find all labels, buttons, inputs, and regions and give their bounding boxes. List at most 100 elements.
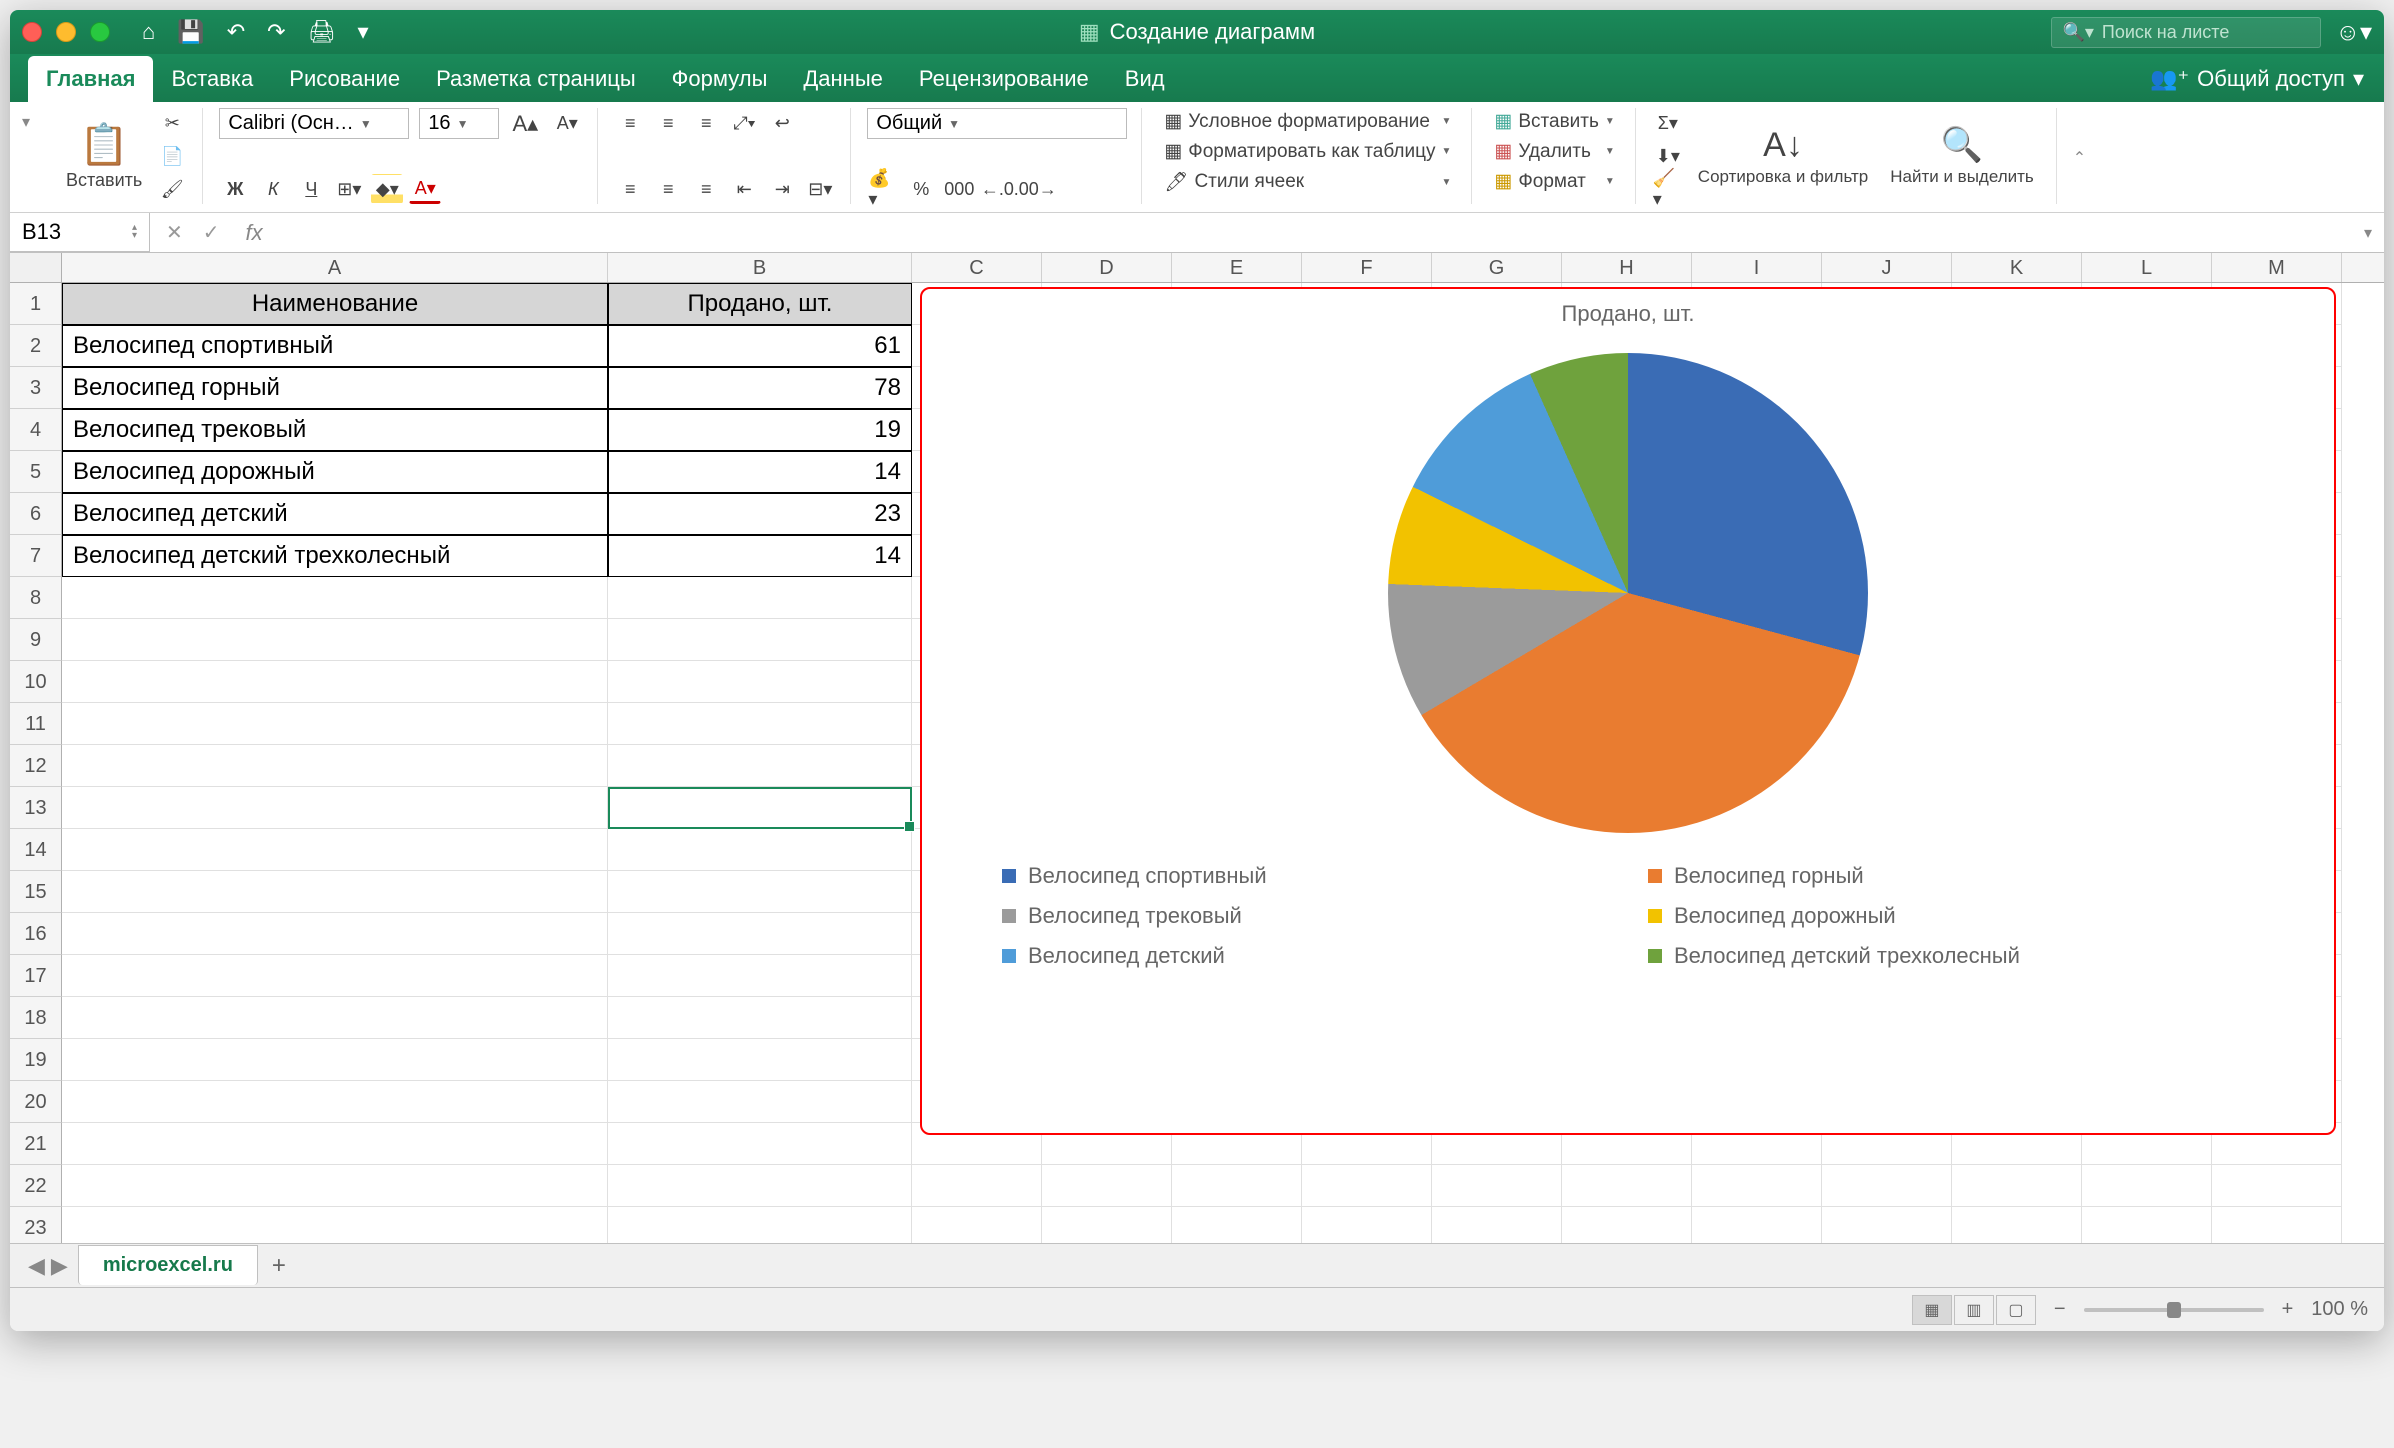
tab-review[interactable]: Рецензирование bbox=[901, 56, 1107, 102]
align-top-icon[interactable]: ≡ bbox=[614, 108, 646, 138]
clear-icon[interactable]: 🧹▾ bbox=[1652, 174, 1684, 204]
cell[interactable] bbox=[608, 1081, 912, 1123]
comma-icon[interactable]: 000 bbox=[943, 174, 975, 204]
cell[interactable] bbox=[1302, 1165, 1432, 1207]
increase-indent-icon[interactable]: ⇥ bbox=[766, 174, 798, 204]
cell[interactable] bbox=[1432, 1207, 1562, 1243]
tab-formulas[interactable]: Формулы bbox=[654, 56, 786, 102]
data-cell[interactable]: 61 bbox=[608, 325, 912, 367]
increase-font-icon[interactable]: A▴ bbox=[509, 109, 541, 139]
cell[interactable] bbox=[62, 871, 608, 913]
column-header[interactable]: C bbox=[912, 253, 1042, 282]
number-format-select[interactable]: Общий▼ bbox=[867, 108, 1127, 139]
search-input[interactable]: 🔍▾ Поиск на листе bbox=[2051, 17, 2321, 48]
row-header[interactable]: 21 bbox=[10, 1123, 62, 1165]
data-cell[interactable]: 23 bbox=[608, 493, 912, 535]
qat-more-icon[interactable]: ▾ bbox=[358, 19, 369, 45]
cell-styles-button[interactable]: 🖊Стили ячеек▼ bbox=[1158, 168, 1457, 196]
cell[interactable] bbox=[1692, 1207, 1822, 1243]
row-header[interactable]: 9 bbox=[10, 619, 62, 661]
data-cell[interactable]: Велосипед детский bbox=[62, 493, 608, 535]
tab-home[interactable]: Главная bbox=[28, 56, 153, 102]
align-left-icon[interactable]: ≡ bbox=[614, 174, 646, 204]
cell[interactable] bbox=[1562, 1165, 1692, 1207]
expand-formula-bar-icon[interactable]: ▾ bbox=[2352, 223, 2384, 243]
row-header[interactable]: 2 bbox=[10, 325, 62, 367]
close-window-button[interactable] bbox=[22, 22, 42, 42]
cell[interactable] bbox=[608, 619, 912, 661]
zoom-level[interactable]: 100 % bbox=[2311, 1298, 2368, 1321]
spreadsheet-grid[interactable]: ABCDEFGHIJKLM 12345678910111213141516171… bbox=[10, 253, 2384, 1243]
prev-sheet-icon[interactable]: ◀ bbox=[28, 1253, 45, 1279]
column-header[interactable]: H bbox=[1562, 253, 1692, 282]
minimize-window-button[interactable] bbox=[56, 22, 76, 42]
align-center-icon[interactable]: ≡ bbox=[652, 174, 684, 204]
merge-cells-icon[interactable]: ⊟▾ bbox=[804, 174, 836, 204]
cell[interactable] bbox=[62, 1207, 608, 1243]
cell[interactable] bbox=[1042, 1207, 1172, 1243]
share-button[interactable]: 👥⁺ Общий доступ ▾ bbox=[2130, 56, 2384, 102]
delete-cells-button[interactable]: ▦Удалить▼ bbox=[1488, 138, 1620, 165]
column-header[interactable]: K bbox=[1952, 253, 2082, 282]
cell[interactable] bbox=[608, 1165, 912, 1207]
cell[interactable] bbox=[608, 577, 912, 619]
row-header[interactable]: 7 bbox=[10, 535, 62, 577]
format-painter-icon[interactable]: 🖌 bbox=[156, 174, 188, 204]
data-cell[interactable]: Велосипед дорожный bbox=[62, 451, 608, 493]
column-header[interactable]: E bbox=[1172, 253, 1302, 282]
cell[interactable] bbox=[1042, 1165, 1172, 1207]
undo-icon[interactable]: ↶ bbox=[227, 19, 245, 45]
row-header[interactable]: 19 bbox=[10, 1039, 62, 1081]
row-header[interactable]: 17 bbox=[10, 955, 62, 997]
cell[interactable] bbox=[1952, 1165, 2082, 1207]
cell[interactable] bbox=[608, 1123, 912, 1165]
column-header[interactable]: I bbox=[1692, 253, 1822, 282]
column-header[interactable]: M bbox=[2212, 253, 2342, 282]
cell[interactable] bbox=[62, 703, 608, 745]
align-bottom-icon[interactable]: ≡ bbox=[690, 108, 722, 138]
tab-draw[interactable]: Рисование bbox=[271, 56, 418, 102]
conditional-formatting-button[interactable]: ▦Условное форматирование▼ bbox=[1158, 108, 1457, 135]
cell[interactable] bbox=[62, 913, 608, 955]
print-icon[interactable]: 🖨 bbox=[308, 19, 336, 45]
data-cell[interactable]: Велосипед трековый bbox=[62, 409, 608, 451]
zoom-in-button[interactable]: + bbox=[2282, 1298, 2294, 1321]
bold-button[interactable]: Ж bbox=[219, 174, 251, 204]
cell[interactable] bbox=[608, 1207, 912, 1243]
font-color-button[interactable]: A▾ bbox=[409, 174, 441, 204]
data-cell[interactable]: 14 bbox=[608, 451, 912, 493]
column-header[interactable]: B bbox=[608, 253, 912, 282]
cell[interactable] bbox=[912, 1207, 1042, 1243]
row-header[interactable]: 16 bbox=[10, 913, 62, 955]
row-header[interactable]: 22 bbox=[10, 1165, 62, 1207]
decrease-font-icon[interactable]: A▾ bbox=[551, 109, 583, 139]
row-header[interactable]: 15 bbox=[10, 871, 62, 913]
cell[interactable] bbox=[62, 619, 608, 661]
cell[interactable] bbox=[62, 745, 608, 787]
fx-icon[interactable]: fx bbox=[236, 220, 273, 246]
cell[interactable] bbox=[608, 871, 912, 913]
next-sheet-icon[interactable]: ▶ bbox=[51, 1253, 68, 1279]
page-break-view-button[interactable]: ▢ bbox=[1996, 1295, 2036, 1325]
tab-view[interactable]: Вид bbox=[1107, 56, 1183, 102]
cancel-formula-icon[interactable]: ✕ bbox=[166, 220, 183, 245]
zoom-slider[interactable] bbox=[2084, 1308, 2264, 1312]
insert-cells-button[interactable]: ▦Вставить▼ bbox=[1488, 108, 1620, 135]
format-as-table-button[interactable]: ▦Форматировать как таблицу▼ bbox=[1158, 138, 1457, 165]
cell[interactable] bbox=[608, 913, 912, 955]
data-cell[interactable]: Велосипед спортивный bbox=[62, 325, 608, 367]
row-header[interactable]: 5 bbox=[10, 451, 62, 493]
data-cell[interactable]: Велосипед детский трехколесный bbox=[62, 535, 608, 577]
decrease-decimal-icon[interactable]: .00→ bbox=[1019, 174, 1051, 204]
data-cell[interactable]: Велосипед горный bbox=[62, 367, 608, 409]
cell[interactable] bbox=[2212, 1207, 2342, 1243]
cell[interactable] bbox=[62, 1039, 608, 1081]
wrap-text-icon[interactable]: ↩ bbox=[766, 108, 798, 138]
cell[interactable] bbox=[1562, 1207, 1692, 1243]
tab-page-layout[interactable]: Разметка страницы bbox=[418, 56, 654, 102]
column-header[interactable]: A bbox=[62, 253, 608, 282]
cell[interactable] bbox=[62, 787, 608, 829]
sort-filter-button[interactable]: A↓ Сортировка и фильтр bbox=[1690, 122, 1876, 191]
data-cell[interactable]: 78 bbox=[608, 367, 912, 409]
cell[interactable] bbox=[2082, 1207, 2212, 1243]
